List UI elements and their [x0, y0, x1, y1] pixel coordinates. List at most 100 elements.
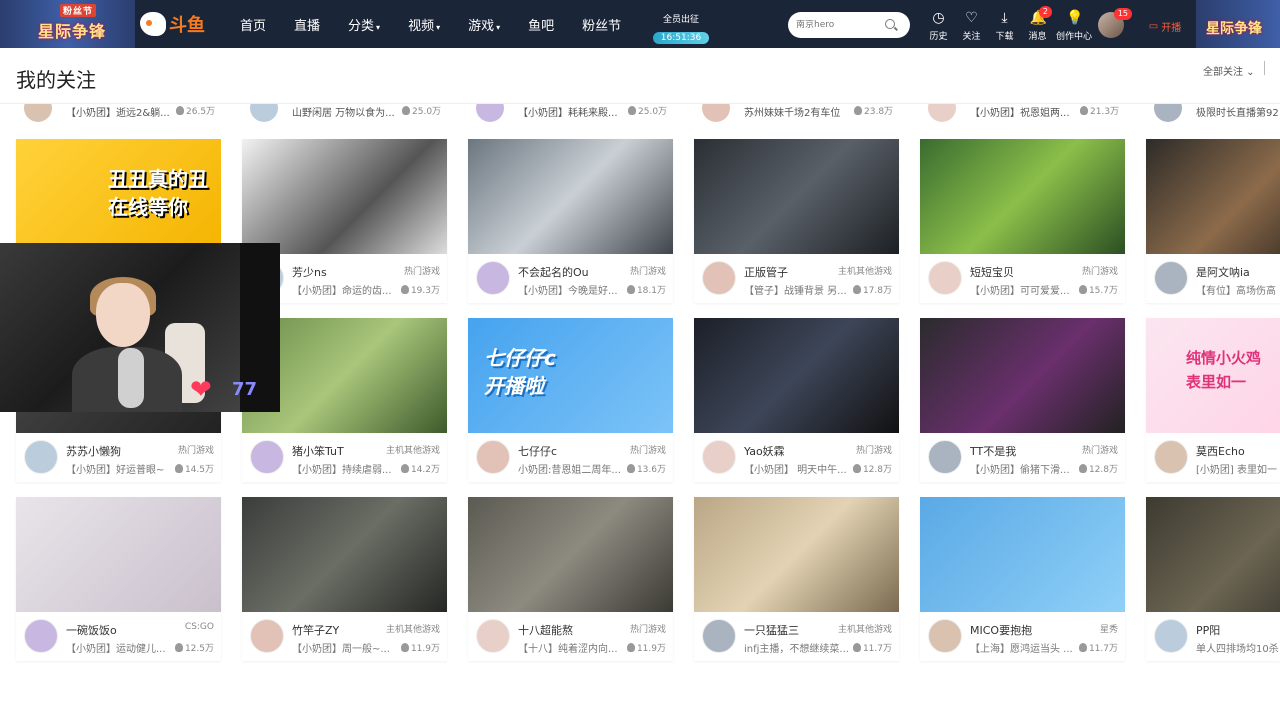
nav-item-1[interactable]: 直播 — [294, 15, 320, 34]
streamer-name[interactable]: PP阳 — [1196, 622, 1220, 638]
stream-title[interactable]: 单人四排场均10杀 — [1196, 640, 1279, 655]
stream-title[interactable]: 【小奶团】周一般~... — [292, 640, 390, 655]
stream-card[interactable]: 纯情小火鸡 表里如一 莫西Echo [小奶团] 表里如一 — [1146, 318, 1280, 482]
stream-card[interactable]: 正版管子 主机其他游戏 【管子】战锤背景 另... 17.8万 — [694, 139, 899, 303]
stream-title[interactable]: 【十八】纯着涩内向... — [518, 640, 618, 655]
stream-title[interactable]: 【小奶团】持续虐弱... — [292, 461, 392, 476]
stream-thumbnail[interactable] — [468, 139, 673, 254]
stream-thumbnail[interactable] — [468, 497, 673, 612]
streamer-name[interactable]: 是阿文呐ia — [1196, 264, 1250, 280]
go-live-button[interactable]: ▭ 开播 — [1138, 15, 1192, 37]
stream-category[interactable]: CS:GO — [185, 622, 214, 632]
partial-avatar[interactable] — [928, 104, 956, 122]
stream-title[interactable]: 【小奶团】 明天中午... — [744, 461, 847, 476]
search-icon[interactable] — [884, 18, 898, 32]
nav-item-4[interactable]: 游戏 ▾ — [468, 15, 500, 34]
streamer-avatar[interactable] — [928, 440, 962, 474]
stream-title[interactable]: 【小奶团】可可爱爱... — [970, 282, 1070, 297]
streamer-avatar[interactable] — [476, 440, 510, 474]
streamer-name[interactable]: 十八超能熬 — [518, 622, 573, 638]
stream-thumbnail[interactable] — [1146, 139, 1280, 254]
streamer-name[interactable]: 一碗饭饭o — [66, 622, 117, 638]
search-input[interactable] — [796, 20, 884, 30]
stream-thumbnail[interactable]: 七仔仔c 开播啦 — [468, 318, 673, 433]
streamer-avatar[interactable] — [476, 619, 510, 653]
stream-category[interactable]: 热门游戏 — [630, 622, 666, 635]
stream-card[interactable]: 一碗饭饭o CS:GO 【小奶团】运动健儿... 12.5万 — [16, 497, 221, 661]
stream-card[interactable]: 短短宝贝 热门游戏 【小奶团】可可爱爱... 15.7万 — [920, 139, 1125, 303]
douyu-logo[interactable]: 斗鱼 — [140, 10, 205, 38]
partial-desc[interactable]: 【小奶团】祝恩姐两... — [970, 104, 1070, 124]
stream-card[interactable]: 七仔仔c 开播啦 七仔仔c 热门游戏 小奶团:昔恩姐二周年... 13.6万 — [468, 318, 673, 482]
streamer-name[interactable]: 芳少ns — [292, 264, 327, 280]
streamer-name[interactable]: Yao妖霖 — [744, 443, 785, 459]
stream-thumbnail[interactable] — [920, 318, 1125, 433]
streamer-name[interactable]: 猪小笨TuT — [292, 443, 344, 459]
creator-center-button[interactable]: 💡 创作中心 — [1054, 8, 1094, 42]
stream-category[interactable]: 主机其他游戏 — [838, 622, 892, 635]
streamer-avatar[interactable] — [928, 261, 962, 295]
partial-desc[interactable]: 【小奶团】耗耗来殿... — [518, 104, 618, 124]
stream-title[interactable]: 【管子】战锤背景 另... — [744, 282, 847, 297]
stream-category[interactable]: 热门游戏 — [1082, 264, 1118, 277]
stream-category[interactable]: 热门游戏 — [404, 264, 440, 277]
stream-title[interactable]: [小奶团] 表里如一 — [1196, 461, 1277, 476]
history-button[interactable]: ◷ 历史 — [922, 8, 955, 42]
partial-avatar[interactable] — [476, 104, 504, 122]
stream-thumbnail[interactable] — [242, 139, 447, 254]
stream-card[interactable]: 是阿文呐ia 【有位】高场伤高 — [1146, 139, 1280, 303]
partial-avatar[interactable] — [250, 104, 278, 122]
partial-desc[interactable]: 【小奶团】逝远2&躺... — [66, 104, 170, 124]
download-button[interactable]: ⤓ 下载 — [988, 8, 1021, 42]
streamer-avatar[interactable] — [24, 440, 58, 474]
message-button[interactable]: 🔔 消息 2 — [1021, 6, 1054, 42]
stream-title[interactable]: 【小奶团】好运普眼~ — [66, 461, 164, 476]
stream-title[interactable]: 【上海】愿鸿运当头 ... — [970, 640, 1073, 655]
stream-card[interactable]: Yao妖霖 热门游戏 【小奶团】 明天中午... 12.8万 — [694, 318, 899, 482]
stream-thumbnail[interactable] — [242, 497, 447, 612]
stream-card[interactable]: 竹竿子ZY 主机其他游戏 【小奶团】周一般~... 11.9万 — [242, 497, 447, 661]
partial-avatar[interactable] — [1154, 104, 1182, 122]
streamer-name[interactable]: 短短宝贝 — [970, 264, 1014, 280]
stream-category[interactable]: 主机其他游戏 — [386, 443, 440, 456]
event-countdown[interactable]: 全员出征 16:51:36 — [648, 12, 714, 44]
stream-category[interactable]: 热门游戏 — [630, 443, 666, 456]
stream-thumbnail[interactable] — [694, 318, 899, 433]
stream-title[interactable]: 【小奶团】今晚是好... — [518, 282, 618, 297]
follow-button[interactable]: ♡ 关注 — [955, 8, 988, 42]
floating-webcam-player[interactable]: ❤ 77 — [0, 243, 280, 412]
partial-desc[interactable]: 山野闲居 万物以食为... — [292, 104, 395, 124]
follow-filter-dropdown[interactable]: 全部关注 ⌄ — [1203, 63, 1255, 78]
streamer-avatar[interactable] — [476, 261, 510, 295]
stream-category[interactable]: 主机其他游戏 — [386, 622, 440, 635]
streamer-avatar[interactable] — [702, 440, 736, 474]
stream-category[interactable]: 热门游戏 — [856, 443, 892, 456]
stream-thumbnail[interactable] — [694, 139, 899, 254]
streamer-avatar[interactable] — [24, 619, 58, 653]
stream-title[interactable]: 【有位】高场伤高 — [1196, 282, 1276, 297]
stream-title[interactable]: 小奶团:昔恩姐二周年... — [518, 461, 621, 476]
streamer-avatar[interactable] — [250, 619, 284, 653]
stream-category[interactable]: 热门游戏 — [1082, 443, 1118, 456]
stream-card[interactable]: MICO要抱抱 星秀 【上海】愿鸿运当头 ... 11.7万 — [920, 497, 1125, 661]
streamer-avatar[interactable] — [1154, 440, 1188, 474]
stream-card[interactable]: PP阳单人四排场均10杀 — [1146, 497, 1280, 661]
streamer-avatar[interactable] — [1154, 619, 1188, 653]
stream-thumbnail[interactable] — [1146, 497, 1280, 612]
stream-title[interactable]: 【小奶团】命运的齿... — [292, 282, 392, 297]
stream-card[interactable]: 十八超能熬 热门游戏 【十八】纯着涩内向... 11.9万 — [468, 497, 673, 661]
streamer-name[interactable]: 不会起名的Ou — [518, 264, 589, 280]
streamer-name[interactable]: MICO要抱抱 — [970, 622, 1032, 638]
stream-title[interactable]: 【小奶团】运动健儿... — [66, 640, 166, 655]
streamer-name[interactable]: 竹竿子ZY — [292, 622, 339, 638]
event-banner-left[interactable]: 粉丝节 星际争锋 — [0, 0, 135, 48]
streamer-avatar[interactable] — [928, 619, 962, 653]
stream-card[interactable]: 一只猛猛三 主机其他游戏 infj主播，不想继续菜... 11.7万 — [694, 497, 899, 661]
event-banner-right[interactable]: 星际争锋 — [1196, 0, 1280, 48]
streamer-name[interactable]: 正版管子 — [744, 264, 788, 280]
nav-item-6[interactable]: 粉丝节 — [582, 15, 621, 34]
streamer-avatar[interactable] — [250, 440, 284, 474]
stream-thumbnail[interactable]: 丑丑真的丑 在线等你 — [16, 139, 221, 254]
search-box[interactable] — [788, 12, 910, 38]
stream-thumbnail[interactable]: 纯情小火鸡 表里如一 — [1146, 318, 1280, 433]
